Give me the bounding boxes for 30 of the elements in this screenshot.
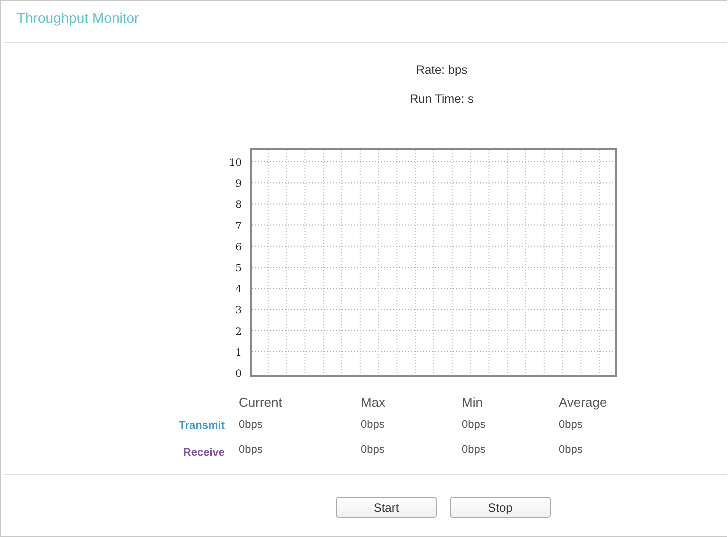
y-axis-label: 6: [236, 242, 242, 254]
page-title: Throughput Monitor: [16, 9, 140, 28]
column-header: Current: [239, 395, 284, 410]
y-axis-label: 0: [236, 369, 242, 380]
y-axis-label: 9: [236, 179, 242, 190]
row-label: Receive: [182, 447, 226, 459]
table-cell-text: 0bps: [239, 444, 264, 456]
action-button[interactable]: Start: [336, 497, 437, 518]
table-cell-text: 0bps: [559, 444, 584, 456]
rate-text: Rate: bps: [416, 63, 468, 77]
y-axis-label: 5: [236, 264, 242, 274]
column-header: Max: [361, 395, 387, 410]
y-axis-label: 2: [236, 326, 242, 338]
column-header: Average: [559, 395, 608, 410]
y-axis-label: 4: [236, 284, 242, 296]
y-axis-label: 1: [236, 348, 242, 359]
run-time-text: Run Time: s: [410, 92, 474, 106]
y-axis-label: 7: [236, 221, 242, 232]
table-cell-text: 0bps: [462, 419, 487, 431]
column-header: Min: [462, 395, 484, 410]
table-cell-text: 0bps: [462, 444, 487, 456]
y-axis-label: 8: [236, 200, 242, 212]
table-cell-text: 0bps: [239, 419, 264, 431]
y-axis-label: 10: [229, 158, 242, 169]
table-cell-text: 0bps: [559, 419, 584, 431]
table-cell-text: 0bps: [361, 444, 386, 456]
row-label: Transmit: [179, 420, 226, 432]
y-axis-label: 3: [236, 306, 242, 317]
action-button[interactable]: Stop: [450, 497, 551, 518]
table-cell-text: 0bps: [361, 419, 386, 431]
